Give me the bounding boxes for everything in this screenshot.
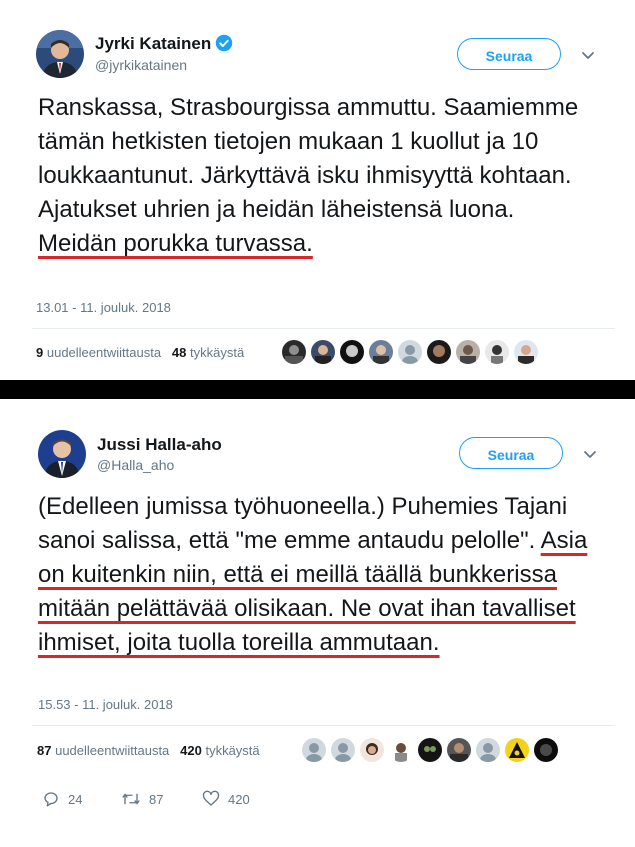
like-button[interactable]: 420 [202, 790, 250, 808]
heart-icon [202, 790, 220, 806]
retweets-count[interactable]: 9 [36, 345, 43, 360]
liker-avatar[interactable] [302, 738, 326, 762]
reply-count: 24 [68, 792, 83, 807]
liker-avatar[interactable] [534, 738, 558, 762]
like-action-count: 420 [228, 792, 250, 807]
chevron-down-icon[interactable] [582, 446, 598, 462]
liker-avatar[interactable] [427, 340, 451, 364]
author-handle[interactable]: @Halla_aho [97, 457, 174, 473]
liker-avatar[interactable] [282, 340, 306, 364]
liker-avatar[interactable] [398, 340, 422, 364]
follow-button[interactable]: Seuraa [459, 437, 563, 469]
author-handle[interactable]: @jyrkikatainen [95, 57, 187, 73]
screenshot-separator [0, 380, 635, 399]
retweets-count[interactable]: 87 [37, 743, 51, 758]
author-name[interactable]: Jussi Halla-aho [97, 435, 222, 455]
chevron-down-icon[interactable] [580, 47, 596, 63]
tweet-text-plain: (Edelleen jumissa työhuoneella.) Puhemie… [38, 493, 568, 554]
author-name-text[interactable]: Jyrki Katainen [95, 34, 211, 53]
avatar[interactable] [36, 30, 84, 78]
tweet-text-plain: Ranskassa, Strasbourgissa ammuttu. Saami… [38, 94, 579, 223]
likes-label[interactable]: tykkäystä [205, 743, 259, 758]
tweet-actions: 24 87 420 [42, 790, 342, 814]
liker-avatars [302, 738, 562, 762]
liker-avatar[interactable] [418, 738, 442, 762]
likes-count[interactable]: 420 [180, 743, 202, 758]
likes-count[interactable]: 48 [172, 345, 186, 360]
engagement-stats: 87 uudelleentwiittausta 420 tykkäystä [37, 743, 260, 758]
liker-avatars [282, 340, 542, 364]
liker-avatar[interactable] [514, 340, 538, 364]
tweet-text: Ranskassa, Strasbourgissa ammuttu. Saami… [38, 91, 595, 261]
follow-button[interactable]: Seuraa [457, 38, 561, 70]
liker-avatar[interactable] [447, 738, 471, 762]
engagement-stats: 9 uudelleentwiittausta 48 tykkäystä [36, 345, 244, 360]
liker-avatar[interactable] [505, 738, 529, 762]
reply-icon [44, 792, 58, 807]
liker-avatar[interactable] [331, 738, 355, 762]
reply-button[interactable]: 24 [42, 790, 82, 808]
verified-badge-icon [215, 34, 233, 52]
likes-label[interactable]: tykkäystä [190, 345, 244, 360]
timestamp[interactable]: 15.53 - 11. jouluk. 2018 [38, 697, 173, 712]
liker-avatar[interactable] [476, 738, 500, 762]
liker-avatar[interactable] [369, 340, 393, 364]
liker-avatar[interactable] [456, 340, 480, 364]
retweet-icon [122, 793, 140, 805]
tweet-card-1: Jyrki Katainen @jyrkikatainen Seuraa Ran… [0, 0, 635, 380]
retweet-action-count: 87 [149, 792, 164, 807]
retweets-label[interactable]: uudelleentwiittausta [47, 345, 161, 360]
tweet-text-underlined: Meidän porukka turvassa. [38, 230, 313, 257]
liker-avatar[interactable] [311, 340, 335, 364]
divider-line [32, 725, 615, 726]
avatar[interactable] [38, 430, 86, 478]
retweets-label[interactable]: uudelleentwiittausta [55, 743, 169, 758]
author-name[interactable]: Jyrki Katainen [95, 34, 233, 54]
tweet-text: (Edelleen jumissa työhuoneella.) Puhemie… [38, 490, 605, 660]
tweet-card-2: Jussi Halla-aho @Halla_aho Seuraa (Edell… [0, 399, 635, 847]
liker-avatar[interactable] [360, 738, 384, 762]
retweet-button[interactable]: 87 [121, 790, 163, 808]
liker-avatar[interactable] [340, 340, 364, 364]
liker-avatar[interactable] [389, 738, 413, 762]
divider-line [32, 328, 615, 329]
liker-avatar[interactable] [485, 340, 509, 364]
timestamp[interactable]: 13.01 - 11. jouluk. 2018 [36, 300, 171, 315]
